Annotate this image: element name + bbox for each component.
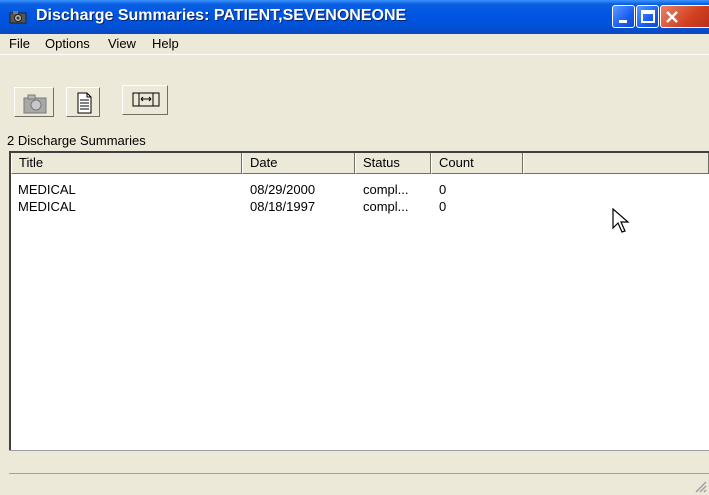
window-left-edge — [0, 151, 9, 495]
title-bar[interactable]: Discharge Summaries: PATIENT,SEVENONEONE — [0, 0, 709, 34]
minimize-icon — [619, 20, 627, 23]
cell-date: 08/29/2000 — [250, 182, 316, 197]
cell-status: compl... — [363, 199, 409, 214]
status-bar — [9, 473, 709, 495]
minimize-button[interactable] — [612, 5, 635, 28]
table-row[interactable]: MEDICAL 08/18/1997 compl... 0 — [11, 199, 701, 215]
column-header-count[interactable]: Count — [431, 153, 523, 174]
camera-icon — [23, 94, 47, 114]
cell-count: 0 — [439, 182, 447, 197]
document-icon — [77, 92, 92, 114]
cell-title: MEDICAL — [18, 199, 76, 214]
menu-file[interactable]: File — [9, 36, 30, 51]
camera-icon — [9, 11, 27, 24]
column-header-status[interactable]: Status — [355, 153, 431, 174]
table-row[interactable]: MEDICAL 08/29/2000 compl... 0 — [11, 182, 701, 198]
resize-grip-icon[interactable] — [693, 479, 707, 493]
discharge-summaries-list[interactable]: Title Date Status Count MEDICAL 08/29/20… — [9, 151, 709, 450]
document-button[interactable] — [66, 87, 100, 117]
menu-bar: File Options View Help — [0, 34, 709, 54]
mouse-pointer-icon — [612, 208, 630, 233]
cell-status: compl... — [363, 182, 409, 197]
maximize-button[interactable] — [636, 5, 659, 28]
maximize-icon — [641, 10, 655, 23]
window-title: Discharge Summaries: PATIENT,SEVENONEONE — [36, 7, 407, 24]
cell-title: MEDICAL — [18, 182, 76, 197]
menu-options[interactable]: Options — [45, 36, 90, 51]
close-button[interactable] — [660, 5, 709, 28]
status-bar-top — [9, 450, 709, 473]
menu-help[interactable]: Help — [152, 36, 179, 51]
camera-button[interactable] — [14, 87, 54, 117]
column-header-title[interactable]: Title — [11, 153, 242, 174]
menu-view[interactable]: View — [108, 36, 136, 51]
column-header-empty — [523, 153, 709, 174]
cell-date: 08/18/1997 — [250, 199, 316, 214]
column-width-button[interactable] — [122, 85, 168, 115]
summary-count-label: 2 Discharge Summaries — [7, 133, 146, 148]
close-icon — [666, 11, 678, 23]
toolbar: 2 Discharge Summaries — [0, 54, 709, 148]
cell-count: 0 — [439, 199, 447, 214]
column-width-icon — [132, 92, 160, 107]
column-header-date[interactable]: Date — [242, 153, 355, 174]
